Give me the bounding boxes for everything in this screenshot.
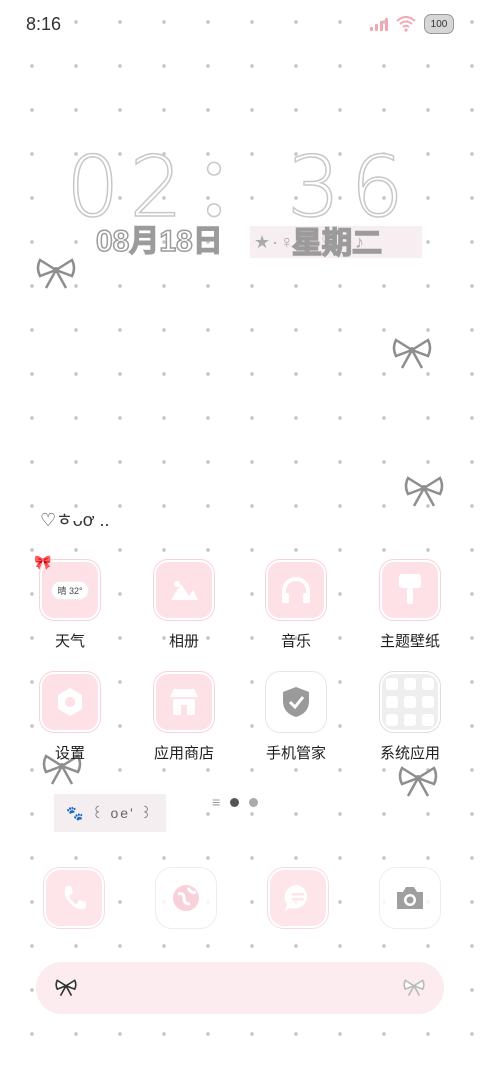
page-indicator[interactable]: ≡ (212, 794, 259, 810)
gallery-icon (154, 560, 214, 620)
small-bow-icon: 🎀 (34, 554, 52, 570)
app-label: 应用商店 (153, 745, 214, 762)
dock-messages[interactable] (268, 868, 328, 928)
messages-icon (284, 884, 308, 911)
signal-icon (370, 17, 388, 31)
bow-icon (398, 766, 438, 797)
app-store[interactable]: 应用商店 (134, 672, 234, 763)
app-weather[interactable]: 🎀 晴 32° 天气 (20, 554, 120, 651)
status-icons: 100 (370, 14, 454, 34)
app-settings[interactable]: 设置 (20, 672, 120, 763)
weather-chip: 晴 32° (51, 580, 89, 600)
settings-icon (40, 672, 100, 732)
dock-browser[interactable] (156, 868, 216, 928)
wifi-icon (396, 16, 416, 32)
bow-icon (392, 338, 432, 369)
dock-camera[interactable] (380, 868, 440, 928)
app-label: 设置 (54, 745, 85, 762)
shield-check-icon (266, 672, 326, 732)
status-time: 8:16 (26, 14, 62, 34)
page-menu-icon: ≡ (212, 794, 221, 810)
battery-indicator: 100 (424, 14, 454, 34)
weather-icon: 🎀 晴 32° (34, 554, 100, 620)
app-gallery[interactable]: 相册 (134, 560, 234, 651)
theme-icon (380, 560, 440, 620)
kaomoji-text: ♡ㅎᴗơ .. (40, 510, 110, 530)
headphones-icon (266, 560, 326, 620)
bow-icon (403, 979, 425, 997)
app-label: 手机管家 (265, 745, 326, 762)
app-label: 相册 (168, 633, 199, 650)
camera-icon (397, 887, 423, 909)
folder-preview (386, 678, 434, 726)
app-phone-manager[interactable]: 手机管家 (246, 672, 346, 763)
store-icon (154, 672, 214, 732)
bow-icon (404, 476, 444, 507)
app-system-folder[interactable]: 系统应用 (360, 672, 460, 763)
clock-time[interactable]: 02：36 (0, 120, 480, 241)
bow-icon (36, 258, 76, 289)
app-label: 主题壁纸 (379, 633, 440, 650)
page-dot-active[interactable] (230, 797, 240, 807)
search-bar[interactable] (36, 962, 444, 1014)
app-label: 天气 (54, 633, 85, 650)
bow-icon (55, 979, 77, 997)
page-dot[interactable] (249, 797, 259, 807)
app-label: 音乐 (280, 633, 311, 650)
dock-phone[interactable] (44, 868, 104, 928)
phone-icon (64, 886, 86, 910)
folder-icon (380, 672, 440, 732)
app-themes[interactable]: 主题壁纸 (360, 560, 460, 651)
app-music[interactable]: 音乐 (246, 560, 346, 651)
paw-sticker: 🐾 ꒰ oe' ꒱ (54, 794, 166, 832)
clock-weekday: 星期二 (291, 226, 383, 261)
clock-date: 08月18日 (95, 224, 223, 259)
browser-icon (173, 885, 199, 911)
app-label: 系统应用 (379, 745, 440, 762)
